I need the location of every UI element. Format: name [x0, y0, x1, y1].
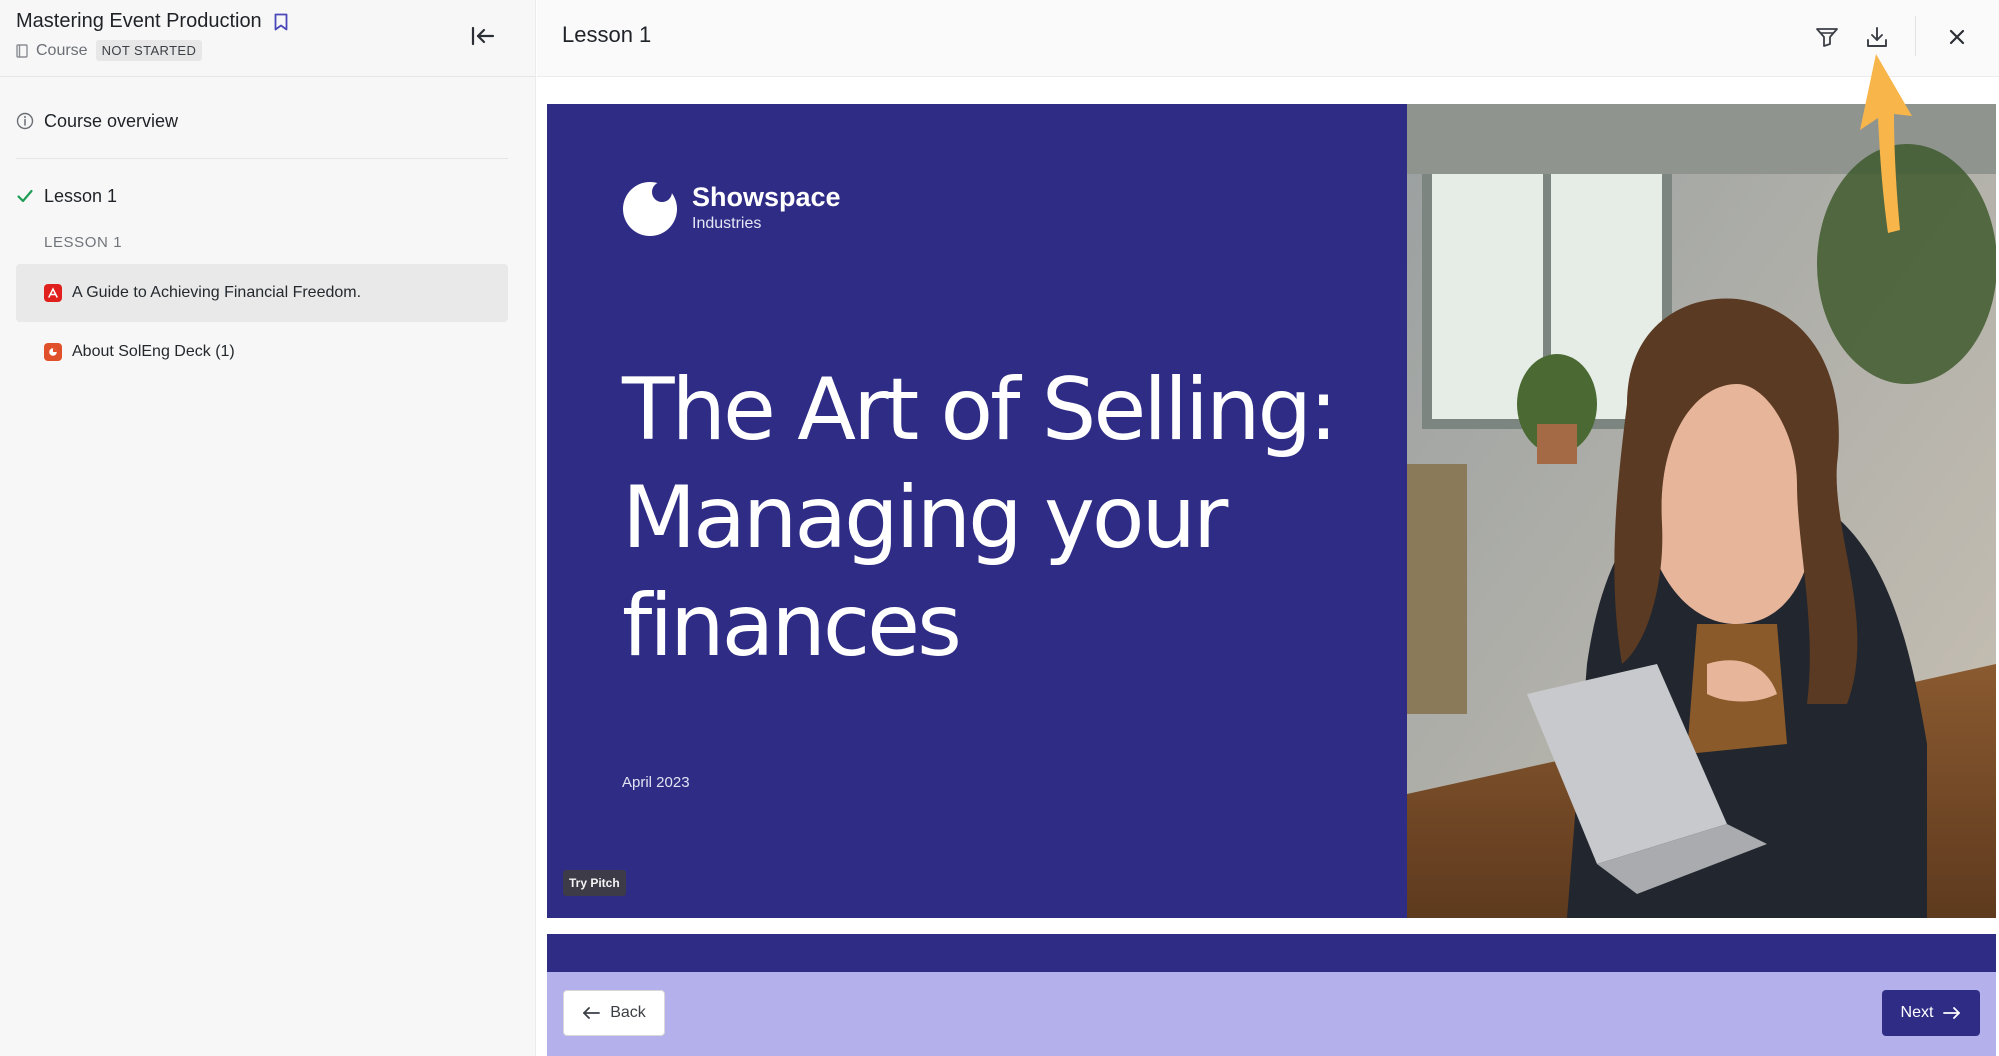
page-title: Lesson 1 — [562, 22, 652, 47]
download-icon — [1867, 27, 1887, 47]
lesson-label: Lesson 1 — [44, 185, 118, 206]
slide-title-line: Managing your — [622, 468, 1228, 568]
showspace-logo-icon — [623, 182, 677, 236]
slide-text-panel: Showspace Industries The Art of Selling:… — [547, 104, 1407, 918]
slide-title-line: The Art of Selling: — [622, 360, 1338, 460]
sidebar-header: Mastering Event Production Course NOT ST… — [0, 0, 535, 77]
brand-name: Showspace — [692, 181, 841, 212]
course-overview-link[interactable]: Course overview — [16, 104, 508, 138]
list-item-label: A Guide to Achieving Financial Freedom. — [72, 284, 362, 301]
slide-title: The Art of Selling: Managing your financ… — [622, 356, 1402, 680]
annotation-arrow-icon — [1860, 54, 1912, 233]
course-title: Mastering Event Production — [16, 10, 262, 32]
sidebar-item-lesson-1[interactable]: Lesson 1 — [16, 180, 508, 212]
back-button[interactable]: Back — [563, 990, 665, 1036]
close-icon — [1949, 29, 1965, 45]
arrow-right-icon — [1943, 1007, 1961, 1019]
try-pitch-badge[interactable]: Try Pitch — [563, 870, 626, 896]
back-button-label: Back — [610, 1004, 646, 1021]
section-label: LESSON 1 — [44, 234, 123, 251]
slide-date: April 2023 — [622, 774, 690, 791]
brand-subtitle: Industries — [692, 214, 762, 232]
slide-viewer: Showspace Industries The Art of Selling:… — [547, 104, 1996, 918]
next-button-label: Next — [1900, 1004, 1934, 1021]
lesson-content: Showspace Industries The Art of Selling:… — [537, 78, 1999, 1056]
course-type: Course — [36, 41, 88, 59]
collapse-sidebar-button[interactable] — [469, 22, 497, 50]
slide-title-line: finances — [622, 576, 962, 676]
status-badge: NOT STARTED — [95, 40, 203, 61]
check-icon — [17, 189, 33, 203]
close-button[interactable] — [1940, 20, 1974, 54]
lesson-header: Lesson 1 — [537, 0, 1999, 77]
bookmark-icon[interactable] — [274, 13, 288, 31]
course-overview-label: Course overview — [44, 110, 179, 131]
pdf-icon — [44, 284, 62, 302]
presentation-icon — [44, 343, 62, 361]
filter-icon — [1816, 28, 1838, 47]
info-circle-icon — [16, 112, 34, 130]
filter-button[interactable] — [1810, 20, 1844, 54]
brand-logo: Showspace Industries — [622, 179, 841, 237]
lesson-navigation-bar: Back Next — [547, 972, 1996, 1056]
arrow-left-icon — [583, 1007, 601, 1019]
list-item-financial-guide[interactable]: A Guide to Achieving Financial Freedom. — [16, 264, 508, 322]
list-item-soleng-deck[interactable]: About SolEng Deck (1) — [16, 323, 508, 381]
next-button[interactable]: Next — [1882, 990, 1980, 1036]
course-sidebar: Mastering Event Production Course NOT ST… — [0, 0, 536, 1056]
list-item-label: About SolEng Deck (1) — [72, 343, 235, 360]
sidebar-divider — [16, 158, 508, 159]
next-slide-preview — [547, 934, 1996, 974]
course-book-icon — [16, 43, 28, 58]
collapse-left-icon — [471, 26, 495, 46]
